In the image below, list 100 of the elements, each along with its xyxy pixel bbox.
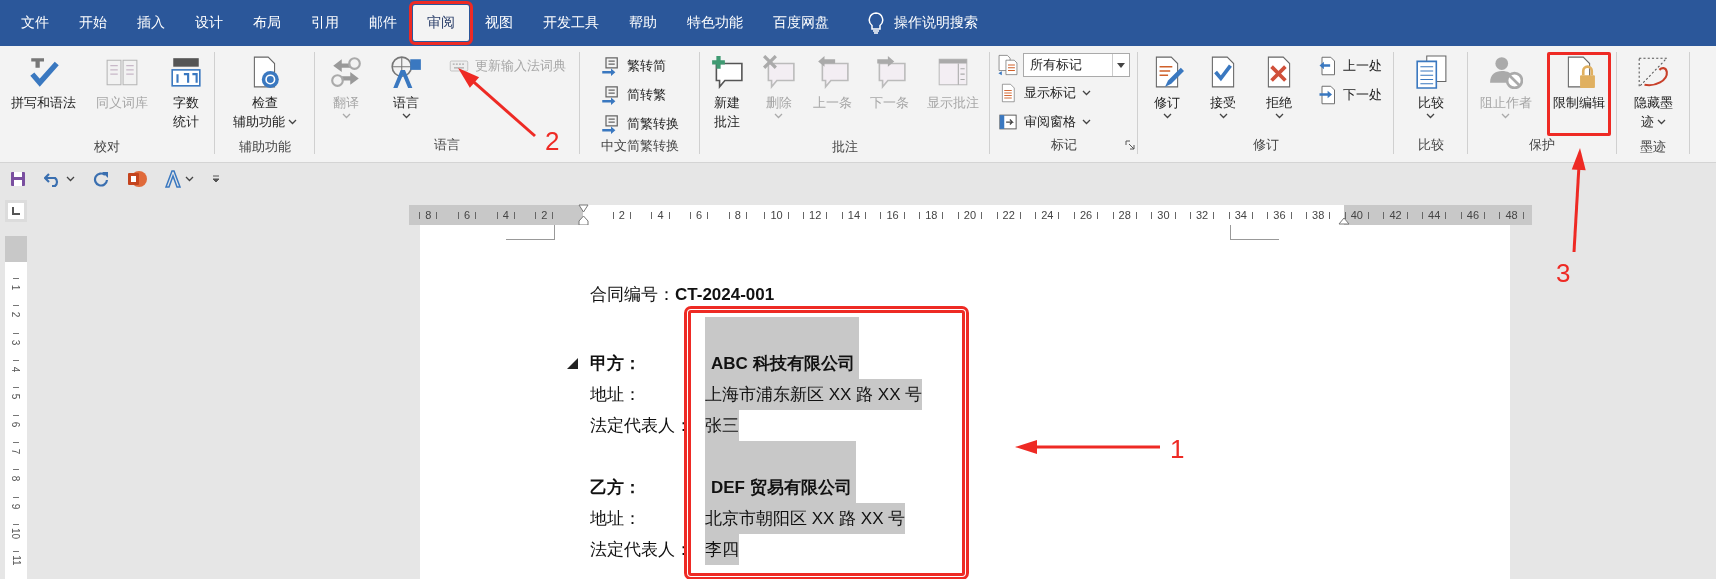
ribbon-button[interactable]: 比较 (1407, 52, 1454, 136)
field-value: 上海市浦东新区 XX 路 XX 号 (705, 379, 923, 410)
comment-add-icon (709, 55, 744, 89)
contract-number: CT-2024-001 (675, 284, 775, 305)
ribbon-tab[interactable]: 邮件 (355, 5, 411, 41)
chevron-down-icon (66, 176, 75, 182)
callout-number: 2 (545, 126, 560, 156)
ribbon-button[interactable]: 拼写和语法 (5, 52, 83, 136)
ribbon-button[interactable]: 接受 (1200, 52, 1246, 136)
ribbon-button[interactable]: 限制编辑 (1546, 52, 1611, 136)
documents-icon (1413, 55, 1448, 89)
ribbon-tab[interactable]: 文件 (7, 5, 63, 41)
convert-icon (600, 114, 621, 134)
ribbon-tab[interactable]: 插入 (123, 5, 179, 41)
ribbon-button[interactable]: 语言 (383, 52, 430, 136)
party-label: 乙方： (590, 477, 641, 499)
chevron-down-icon (185, 176, 194, 182)
save-icon[interactable] (10, 171, 26, 187)
group-label: 批注 (831, 138, 858, 156)
group-label: 修订 (1252, 136, 1279, 154)
markup-dropdown[interactable]: 所有标记 (1023, 53, 1130, 77)
chevron-down-icon (1501, 113, 1510, 119)
ribbon-button[interactable]: 字数 统计 (162, 52, 209, 138)
ribbon-small-button[interactable]: 上一处 (1312, 53, 1387, 79)
tell-me-search[interactable]: 操作说明搜索 (894, 14, 978, 32)
callout-number: 1 (1170, 434, 1185, 464)
party-label: 甲方： (590, 353, 641, 375)
markup-icon (997, 54, 1019, 76)
ribbon-small-button[interactable]: 下一处 (1312, 82, 1387, 108)
field-label: 合同编号： (590, 284, 675, 306)
dialog-launcher-icon[interactable] (1125, 140, 1135, 150)
chevron-down-icon (1274, 113, 1284, 119)
company-name: DEF 贸易有限公司 (705, 441, 856, 503)
group-label: 辅助功能 (238, 138, 291, 156)
ribbon-tab[interactable]: 视图 (471, 5, 527, 41)
ribbon-button[interactable]: 拒绝 (1256, 52, 1302, 136)
customize-toolbar-icon[interactable] (212, 175, 220, 183)
ribbon-button[interactable]: 修订 (1144, 52, 1190, 136)
chevron-down-icon (774, 113, 784, 119)
field-label: 地址： (590, 508, 641, 530)
field-label: 法定代表人： (590, 539, 692, 561)
horizontal-ruler: 8 6 4 2 2 4 6 8 10 12 14 16 18 20 22 24 26 28 30 32 34 36 38 40 42 44 46 48 (409, 205, 1532, 225)
convert-icon (600, 56, 621, 76)
ribbon-small-button[interactable]: 繁转简 (595, 53, 684, 79)
group-label: 墨迹 (1640, 138, 1666, 156)
group-label: 中文简繁转换 (600, 137, 679, 155)
chevron-down-icon (1426, 113, 1435, 119)
group-label: 校对 (94, 138, 120, 156)
chevron-down-icon (1162, 113, 1172, 119)
text-effects-icon[interactable] (165, 170, 181, 188)
ribbon-tab[interactable]: 设计 (181, 5, 237, 41)
margin-mark (506, 225, 555, 240)
ribbon-button[interactable]: 检查 辅助功能 (226, 52, 303, 138)
vertical-ruler: 1 2 3 4 5 6 7 8 9 10 11 (5, 236, 27, 579)
ribbon-tab[interactable]: 特色功能 (673, 5, 757, 41)
field-value: 李四 (705, 534, 739, 565)
ribbon-button[interactable]: 新建 批注 (703, 52, 750, 138)
ink-icon (1636, 55, 1670, 89)
callout-number: 3 (1556, 258, 1571, 288)
group-label: 语言 (434, 136, 460, 154)
person-block-icon (1488, 55, 1523, 89)
ribbon-small-button[interactable]: 显示标记 (993, 80, 1134, 106)
ribbon-small-button[interactable]: 简转繁 (595, 82, 684, 108)
chevron-down-icon (1082, 119, 1091, 125)
chevron-down-icon (402, 113, 411, 119)
lightbulb-icon (868, 12, 884, 34)
convert-icon (600, 85, 621, 105)
comment-previous-icon (816, 55, 850, 89)
field-label: 地址： (590, 384, 641, 406)
chevron-down-icon (287, 119, 297, 125)
margin-mark (1230, 225, 1279, 240)
dropdown-arrow-icon (1117, 62, 1125, 68)
indent-marker-icon[interactable] (577, 204, 589, 226)
group-label: 标记 (1050, 135, 1077, 154)
ribbon-small-button[interactable]: 审阅窗格 (993, 109, 1134, 135)
ribbon-tab[interactable]: 布局 (239, 5, 295, 41)
comment-delete-icon (761, 55, 796, 89)
ribbon-tab[interactable]: 帮助 (615, 5, 671, 41)
ribbon-tab[interactable]: 开始 (65, 5, 121, 41)
ribbon-tab[interactable]: 百度网盘 (759, 5, 843, 41)
chevron-down-icon (341, 113, 351, 119)
group-label: 保护 (1529, 136, 1555, 154)
ribbon-tab[interactable]: 引用 (297, 5, 353, 41)
presentation-icon[interactable] (127, 170, 147, 188)
collapse-triangle-icon[interactable] (567, 358, 578, 369)
document-arrow-icon (1317, 56, 1337, 76)
tab-selector[interactable] (5, 200, 27, 222)
document-arrow-icon (1317, 85, 1337, 105)
company-name: ABC 科技有限公司 (705, 317, 859, 379)
field-label: 法定代表人： (590, 415, 692, 437)
pane-icon (998, 112, 1018, 132)
field-value: 北京市朝阳区 XX 路 XX 号 (705, 503, 906, 534)
ribbon-button[interactable]: 隐藏墨 迹 (1627, 52, 1679, 138)
group-label: 比较 (1417, 136, 1444, 154)
left-tab-icon (12, 207, 20, 215)
globe-icon (389, 55, 424, 89)
ribbon-tab[interactable]: 开发工具 (529, 5, 613, 41)
redo-icon[interactable] (93, 171, 109, 187)
ribbon-small-button[interactable]: 简繁转换 (595, 111, 684, 137)
chevron-down-icon (1218, 113, 1228, 119)
